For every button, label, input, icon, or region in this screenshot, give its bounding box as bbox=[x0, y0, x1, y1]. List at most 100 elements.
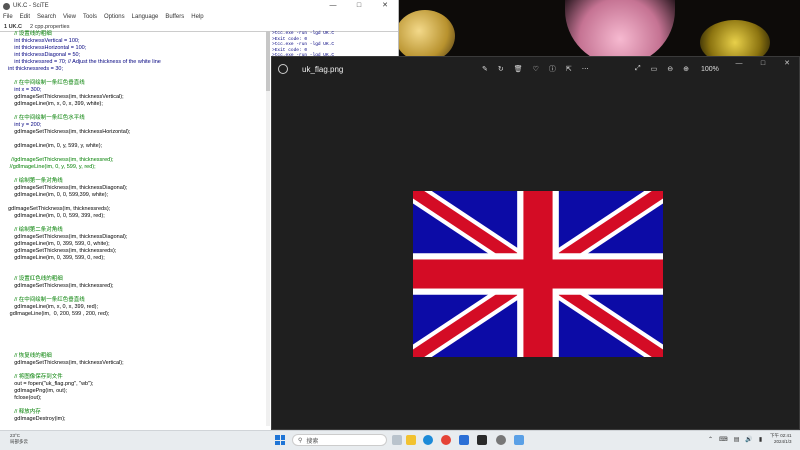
code-line: gdImageLine(im, 0, 399, 599, 0, white); bbox=[2, 241, 110, 247]
search-icon: ⚲ bbox=[298, 437, 303, 444]
tab-cpp-properties[interactable]: 2 cpp.properties bbox=[30, 24, 69, 30]
code-line: gdImageDestroy(im); bbox=[2, 416, 66, 422]
scite-window-title: UK.C - SciTE bbox=[13, 3, 49, 9]
editor-scrollbar-thumb[interactable] bbox=[266, 31, 270, 91]
maximize-button[interactable]: □ bbox=[346, 0, 372, 12]
code-line: int thicknessHorizontal = 100; bbox=[2, 45, 87, 51]
photos-minimize-button[interactable]: — bbox=[727, 57, 751, 71]
fit-icon[interactable]: ▭ bbox=[651, 65, 658, 73]
flag-red-horizontal bbox=[413, 259, 663, 289]
photos-taskbar-icon[interactable] bbox=[514, 435, 524, 445]
chrome-browser-icon[interactable] bbox=[441, 435, 451, 445]
code-line: gdImageLine(im, x, 0, x, 399, red); bbox=[2, 304, 98, 310]
code-line: int x = 300; bbox=[2, 87, 42, 93]
menu-buffers[interactable]: Buffers bbox=[165, 14, 184, 20]
code-line: gdImageSetThickness(im, thicknessreds); bbox=[2, 248, 117, 254]
code-line: fclose(out); bbox=[2, 395, 42, 401]
edge-browser-icon[interactable] bbox=[423, 435, 433, 445]
code-line: //gdImageLine(im, 0, y, 599, y, red); bbox=[2, 164, 96, 170]
info-icon[interactable]: ⓘ bbox=[549, 64, 556, 74]
photos-app-icon bbox=[278, 64, 288, 74]
volume-icon[interactable]: 🔊 bbox=[745, 436, 752, 443]
code-line: int thicknessDiagonal = 50; bbox=[2, 52, 81, 58]
scite-app-icon bbox=[3, 2, 10, 10]
menu-options[interactable]: Options bbox=[104, 14, 125, 20]
code-line: int y = 200; bbox=[2, 122, 42, 128]
app-icon-blue[interactable] bbox=[459, 435, 469, 445]
menu-search[interactable]: Search bbox=[37, 14, 56, 20]
code-line: gdImageSetThickness(im, thicknessVertica… bbox=[2, 360, 124, 366]
code-line: gdImageSetThickness(im, thicknessDiagona… bbox=[2, 185, 128, 191]
weather-widget[interactable]: 23°C 局部多云 bbox=[10, 433, 28, 445]
code-line: gdImageSetThickness(im, thicknessreds); bbox=[2, 206, 111, 212]
zoom-in-icon[interactable]: ⊕ bbox=[683, 65, 689, 73]
close-button[interactable]: ✕ bbox=[372, 0, 398, 12]
code-line: gdImageSetThickness(im, thicknessDiagona… bbox=[2, 234, 128, 240]
taskbar-clock[interactable]: 下午 02:41 2024/1/3 bbox=[770, 433, 792, 445]
keyboard-icon[interactable]: ⌨ bbox=[719, 436, 728, 443]
code-line: gdImageLine(im, 0, y, 599, y, white); bbox=[2, 143, 103, 149]
zoom-out-icon[interactable]: ⊖ bbox=[667, 65, 673, 73]
code-line: // 在中间绘制一条红色垂直线 bbox=[2, 80, 85, 86]
code-editor[interactable]: // 设置线的粗细 int thicknessVertical = 100; i… bbox=[0, 31, 268, 443]
menu-view[interactable]: View bbox=[63, 14, 76, 20]
taskbar-search-input[interactable]: ⚲ 搜索 bbox=[292, 434, 387, 446]
code-line: // 释放内存 bbox=[2, 409, 41, 415]
code-line: gdImageLine(im, 0, 0, 599, 399, red); bbox=[2, 213, 105, 219]
code-line: // 恢复线的粗细 bbox=[2, 353, 52, 359]
menu-help[interactable]: Help bbox=[191, 14, 203, 20]
scite-taskbar-icon[interactable] bbox=[496, 435, 506, 445]
photos-filename: uk_flag.png bbox=[302, 64, 344, 74]
fullscreen-icon[interactable]: ⤢ bbox=[635, 65, 641, 73]
code-line: // 设置线的粗细 bbox=[2, 31, 52, 37]
tab-uk-c[interactable]: 1 UK.C bbox=[4, 24, 22, 30]
rotate-icon[interactable]: ↻ bbox=[498, 65, 504, 73]
scite-titlebar[interactable]: UK.C - SciTE — □ ✕ bbox=[0, 0, 398, 12]
code-line: // 绘制第一条对角线 bbox=[2, 178, 63, 184]
share-icon[interactable]: ⇱ bbox=[566, 65, 572, 73]
code-line: // 设置红色线的粗细 bbox=[2, 276, 63, 282]
taskbar: 23°C 局部多云 ⚲ 搜索 ⌃ ⌨ ▤ 🔊 ▮ 下午 02:41 2024/1… bbox=[0, 430, 800, 450]
code-line: // 绘制第二条对角线 bbox=[2, 227, 63, 233]
photos-viewer-window: uk_flag.png ✎ ↻ 🗑 ♡ ⓘ ⇱ ⋯ ⤢ ▭ ⊖ ⊕ 100% —… bbox=[271, 56, 800, 430]
minimize-button[interactable]: — bbox=[320, 0, 346, 12]
menu-edit[interactable]: Edit bbox=[20, 14, 30, 20]
weather-desc: 局部多云 bbox=[10, 439, 28, 444]
code-line: int thicknessreds = 30; bbox=[2, 66, 63, 72]
code-line: gdImageLine(im, 0, 399, 599, 0, red); bbox=[2, 255, 105, 261]
code-line: gdImageSetThickness(im, thicknessHorizon… bbox=[2, 129, 131, 135]
system-tray: ⌃ ⌨ ▤ 🔊 ▮ bbox=[708, 436, 768, 443]
battery-icon[interactable]: ▮ bbox=[759, 436, 762, 443]
code-line: int thicknessred = 70; // Adjust the thi… bbox=[2, 59, 161, 65]
code-line: gdImageLine(im, 0, 0, 599,399, white); bbox=[2, 192, 109, 198]
zoom-level: 100% bbox=[700, 65, 719, 73]
file-explorer-icon[interactable] bbox=[406, 435, 416, 445]
code-line: gdImageSetThickness(im, thicknessVertica… bbox=[2, 94, 124, 100]
menu-tools[interactable]: Tools bbox=[83, 14, 97, 20]
windows-start-icon[interactable] bbox=[275, 435, 285, 445]
code-line: // 在中间绘制一条红色垂直线 bbox=[2, 297, 85, 303]
terminal-icon[interactable] bbox=[477, 435, 487, 445]
more-icon[interactable]: ⋯ bbox=[582, 65, 589, 73]
code-line: gdImageSetThickness(im, thicknessred); bbox=[2, 283, 114, 289]
code-line: gdImagePng(im, out); bbox=[2, 388, 68, 394]
code-line: out = fopen("uk_flag.png", "wb"); bbox=[2, 381, 94, 387]
clock-date: 2024/1/3 bbox=[773, 439, 792, 444]
edit-icon[interactable]: ✎ bbox=[482, 65, 488, 73]
menu-language[interactable]: Language bbox=[132, 14, 159, 20]
code-line: // 将图像保存到文件 bbox=[2, 374, 63, 380]
photos-maximize-button[interactable]: □ bbox=[751, 57, 775, 71]
editor-scrollbar[interactable] bbox=[266, 31, 270, 426]
photos-titlebar[interactable]: uk_flag.png ✎ ↻ 🗑 ♡ ⓘ ⇱ ⋯ ⤢ ▭ ⊖ ⊕ 100% —… bbox=[272, 57, 799, 81]
photos-close-button[interactable]: ✕ bbox=[775, 57, 799, 71]
task-view-icon[interactable] bbox=[392, 435, 402, 445]
wallpaper-flower-yellow bbox=[395, 10, 455, 62]
code-line: int thicknessVertical = 100; bbox=[2, 38, 80, 44]
delete-icon[interactable]: 🗑 bbox=[514, 65, 523, 73]
chevron-up-icon[interactable]: ⌃ bbox=[708, 436, 713, 443]
code-line: gdImageLine(im, 0, 200, 599 , 200, red); bbox=[2, 311, 110, 317]
favorite-icon[interactable]: ♡ bbox=[533, 65, 539, 73]
network-icon[interactable]: ▤ bbox=[734, 436, 740, 443]
menu-file[interactable]: File bbox=[3, 14, 13, 20]
uk-flag-image bbox=[413, 191, 663, 357]
